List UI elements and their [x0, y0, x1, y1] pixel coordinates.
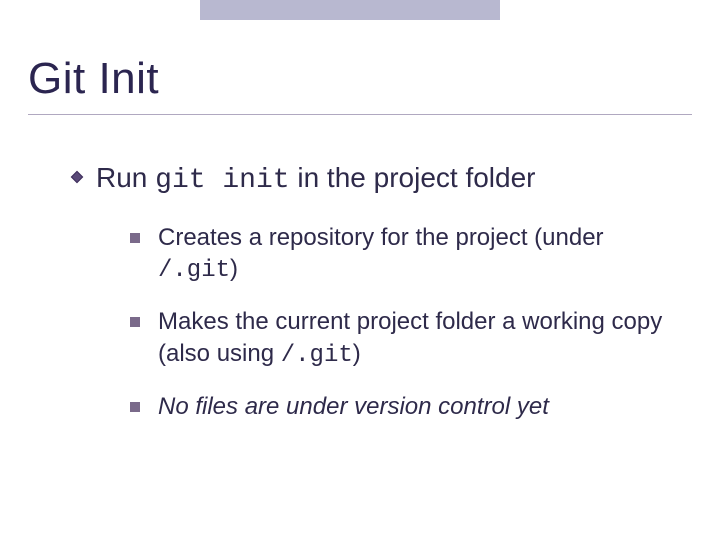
bullet-level2-text: Creates a repository for the project (un…	[158, 222, 678, 286]
slide-title: Git Init	[28, 54, 159, 104]
square-bullet-icon	[130, 317, 140, 327]
bullet-level1-text: Run git init in the project folder	[96, 160, 536, 198]
diamond-bullet-icon	[70, 170, 84, 184]
top-decorative-bar	[200, 0, 500, 20]
bullet-level2: Makes the current project folder a worki…	[130, 306, 680, 370]
text-post: )	[230, 255, 238, 282]
bullet-level2-text: Makes the current project folder a worki…	[158, 306, 678, 370]
slide-content: Run git init in the project folder Creat…	[70, 160, 680, 444]
text-pre: Creates a repository for the project (un…	[158, 224, 604, 251]
sub-bullet-list: Creates a repository for the project (un…	[130, 222, 680, 424]
slide: Git Init Run git init in the project fol…	[0, 0, 720, 540]
bullet-level2: No files are under version control yet	[130, 391, 680, 424]
text-code: git init	[155, 165, 289, 196]
bullet-level2: Creates a repository for the project (un…	[130, 222, 680, 286]
text-pre: Makes the current project folder a worki…	[158, 308, 662, 366]
text-code: /.git	[281, 342, 353, 369]
text-post: )	[353, 340, 361, 367]
text-pre: No files are under version control yet	[158, 393, 549, 420]
square-bullet-icon	[130, 402, 140, 412]
bullet-level2-text: No files are under version control yet	[158, 391, 549, 424]
title-underline	[28, 114, 692, 115]
text-code: /.git	[158, 257, 230, 284]
bullet-level1: Run git init in the project folder	[70, 160, 680, 198]
text-pre: Run	[96, 162, 155, 193]
square-bullet-icon	[130, 233, 140, 243]
text-post: in the project folder	[290, 162, 536, 193]
